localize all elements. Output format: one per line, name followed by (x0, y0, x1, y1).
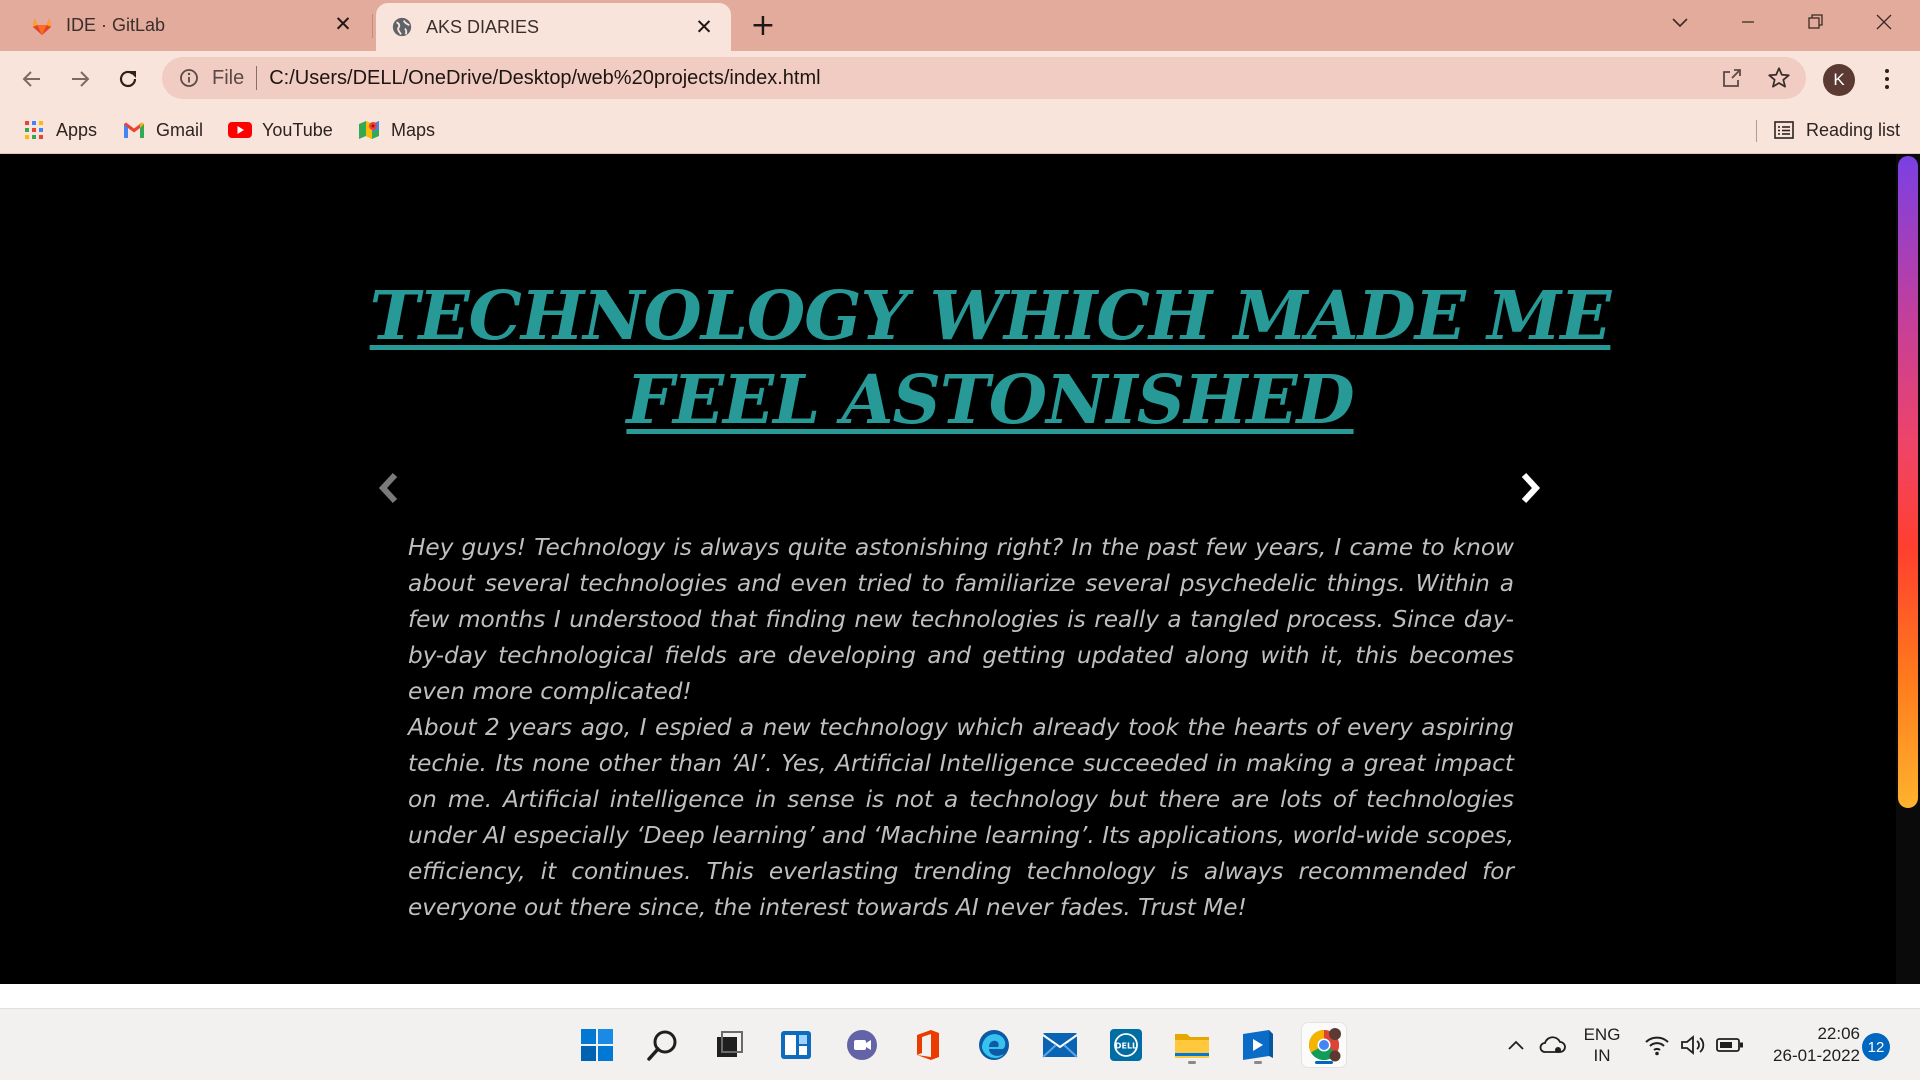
tab-search-chevron-icon[interactable] (1646, 0, 1714, 44)
mail-icon[interactable] (1038, 1023, 1082, 1067)
tab-divider (372, 14, 373, 38)
address-bar[interactable]: File C:/Users/DELL/OneDrive/Desktop/web%… (162, 57, 1806, 99)
tab-title: AKS DIARIES (426, 16, 540, 37)
tab-strip: IDE · GitLab ✕ AKS DIARIES ✕ + (0, 0, 1920, 51)
input-language-indicator[interactable]: ENG IN (1580, 1009, 1624, 1080)
address-separator (256, 66, 258, 90)
article-body: Hey guys! Technology is always quite ast… (408, 530, 1514, 926)
bookmark-label: YouTube (262, 119, 333, 140)
region-code: IN (1593, 1046, 1611, 1065)
bookmark-label: Gmail (156, 119, 204, 140)
language-code: ENG (1583, 1025, 1621, 1044)
scheme-label: File (212, 66, 245, 89)
carousel-next-button[interactable] (1513, 467, 1547, 509)
chevron-left-icon (378, 472, 398, 504)
back-button[interactable] (12, 59, 52, 99)
windows-taskbar: DELL ENG IN 22:06 26-01-2022 12 (0, 1008, 1920, 1080)
widgets-icon[interactable] (774, 1023, 818, 1067)
forward-arrow-icon (72, 71, 90, 87)
reload-button[interactable] (108, 59, 148, 99)
wifi-icon[interactable] (1642, 1009, 1672, 1080)
bookmark-label: Maps (391, 119, 436, 140)
minimize-button[interactable] (1714, 0, 1782, 44)
svg-text:DELL: DELL (1115, 1042, 1137, 1051)
tab-aks-diaries[interactable]: AKS DIARIES ✕ (376, 3, 731, 51)
bookmark-star-icon[interactable] (1766, 65, 1792, 91)
page-bottom-strip (0, 984, 1920, 1008)
share-icon[interactable] (1720, 66, 1744, 90)
clock-time: 22:06 (1817, 1024, 1860, 1043)
browser-menu-icon[interactable] (1872, 64, 1902, 94)
bookmarks-divider (1756, 120, 1757, 142)
bookmark-maps[interactable]: Maps (357, 117, 435, 143)
edge-icon[interactable] (972, 1023, 1016, 1067)
close-window-button[interactable] (1850, 0, 1918, 44)
url-text[interactable]: C:/Users/DELL/OneDrive/Desktop/web%20pro… (269, 67, 820, 90)
bookmarks-bar: Apps Gmail YouTube Maps Reading list (0, 106, 1920, 154)
clock-date: 26-01-2022 (1773, 1046, 1860, 1065)
windows-start-icon[interactable] (575, 1023, 619, 1067)
profile-avatar[interactable]: K (1823, 64, 1855, 96)
browser-toolbar: File C:/Users/DELL/OneDrive/Desktop/web%… (0, 51, 1920, 106)
forward-button[interactable] (60, 59, 100, 99)
tab-title: IDE · GitLab (66, 15, 166, 35)
tab-close-icon[interactable]: ✕ (330, 11, 356, 37)
bookmark-label: Apps (56, 119, 98, 140)
search-icon[interactable] (641, 1023, 685, 1067)
maps-icon (357, 118, 381, 142)
active-indicator (1315, 1061, 1333, 1064)
chevron-right-icon (1521, 472, 1541, 504)
bookmark-apps[interactable]: Apps (22, 117, 97, 143)
tab-gitlab[interactable]: IDE · GitLab ✕ (0, 0, 370, 51)
reading-list-icon (1772, 118, 1796, 142)
bookmark-youtube[interactable]: YouTube (228, 117, 333, 143)
scrollbar-track[interactable] (1896, 154, 1920, 984)
bookmark-gmail[interactable]: Gmail (122, 117, 203, 143)
chrome-icon[interactable] (1302, 1023, 1346, 1067)
notification-count-badge[interactable]: 12 (1862, 1033, 1890, 1061)
page-viewport: TECHNOLOGY WHICH MADE ME FEEL ASTONISHED… (0, 154, 1920, 984)
dell-icon[interactable]: DELL (1104, 1023, 1148, 1067)
office-icon[interactable] (906, 1023, 950, 1067)
show-hidden-icons-chevron-icon[interactable] (1502, 1009, 1530, 1080)
battery-icon[interactable] (1714, 1009, 1746, 1080)
youtube-icon (228, 118, 252, 142)
gmail-icon (122, 118, 146, 142)
onedrive-cloud-icon[interactable] (1536, 1009, 1568, 1080)
reload-icon (119, 70, 137, 88)
site-info-icon[interactable] (178, 67, 200, 89)
reading-list-label: Reading list (1806, 119, 1901, 140)
article-paragraph: Hey guys! Technology is always quite ast… (408, 534, 1514, 705)
globe-icon (390, 15, 414, 39)
running-indicator (1254, 1061, 1262, 1064)
taskbar-clock[interactable]: 22:06 26-01-2022 (1760, 1009, 1860, 1080)
restore-button[interactable] (1782, 0, 1850, 44)
back-arrow-icon (22, 71, 40, 87)
reading-list-button[interactable]: Reading list (1772, 117, 1900, 143)
file-explorer-icon[interactable] (1170, 1023, 1214, 1067)
page-title: TECHNOLOGY WHICH MADE ME FEEL ASTONISHED (369, 276, 1612, 439)
running-indicator (1188, 1061, 1196, 1064)
apps-grid-icon (22, 118, 46, 142)
tab-close-icon[interactable]: ✕ (691, 14, 717, 40)
scrollbar-thumb[interactable] (1898, 156, 1918, 808)
volume-icon[interactable] (1678, 1009, 1708, 1080)
new-tab-button[interactable]: + (747, 10, 779, 42)
carousel-prev-button[interactable] (372, 467, 406, 509)
teams-chat-icon[interactable] (840, 1023, 884, 1067)
task-view-icon[interactable] (707, 1023, 751, 1067)
gitlab-icon (30, 14, 54, 38)
media-player-icon[interactable] (1236, 1023, 1280, 1067)
article-paragraph: About 2 years ago, I espied a new techno… (408, 714, 1514, 921)
